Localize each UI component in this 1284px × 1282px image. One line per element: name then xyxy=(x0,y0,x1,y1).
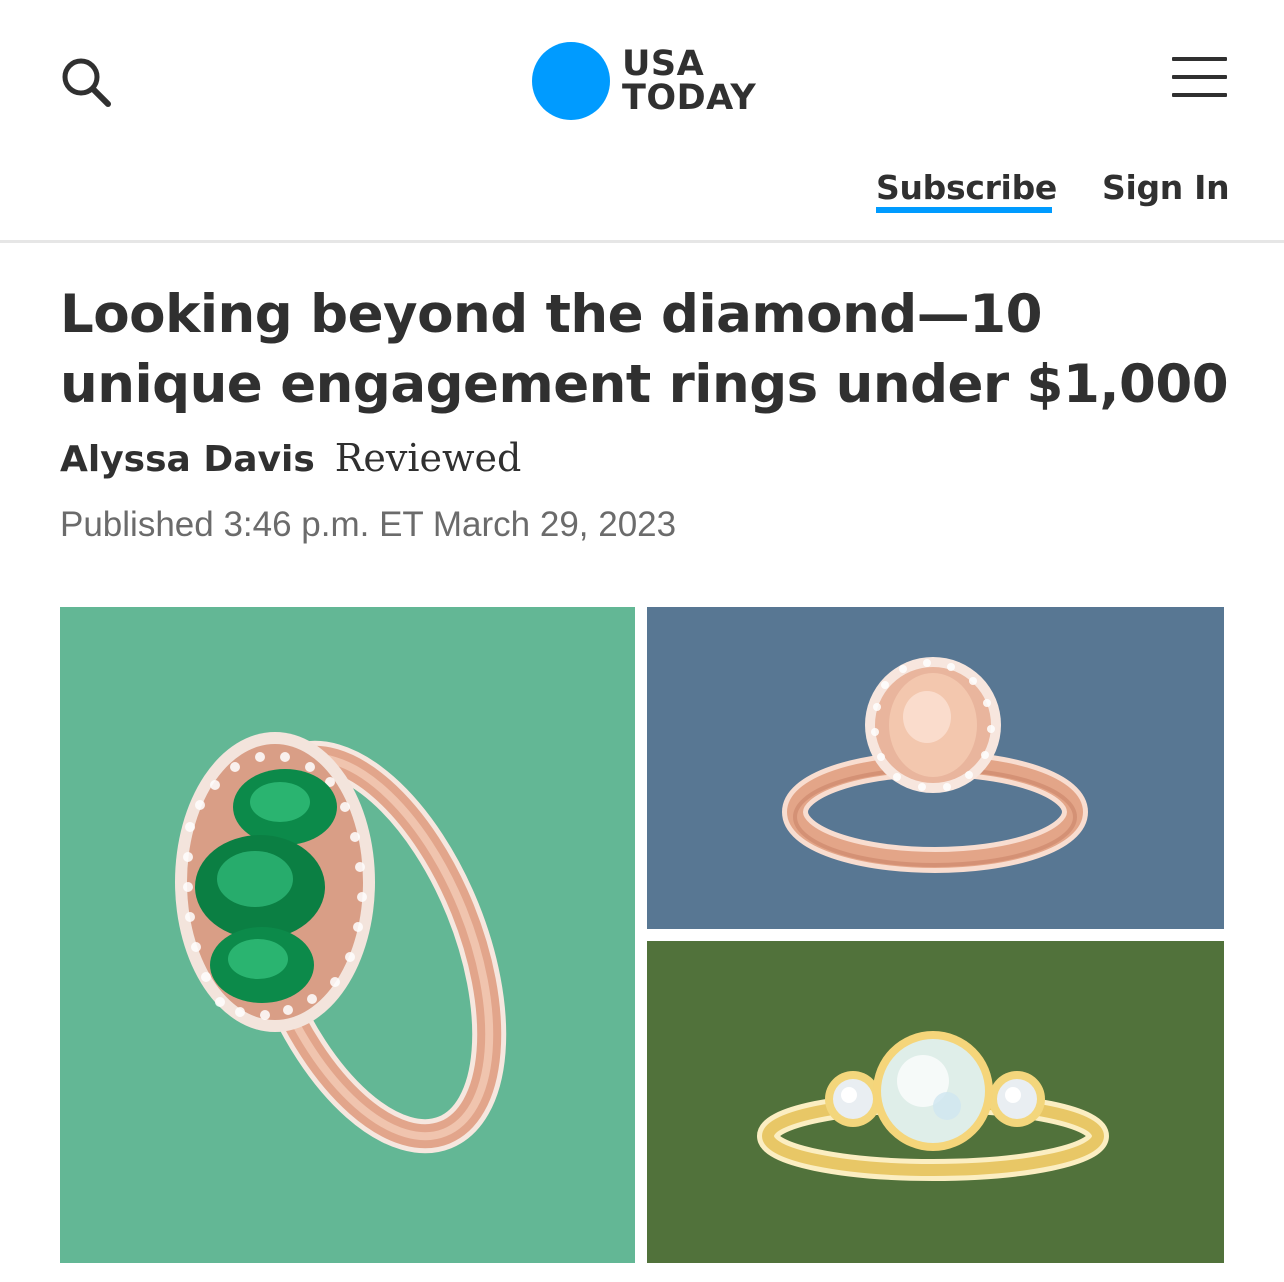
subscribe-link[interactable]: Subscribe xyxy=(876,168,1057,208)
search-button[interactable] xyxy=(56,52,116,112)
author-link[interactable]: Alyssa Davis xyxy=(60,439,315,480)
emerald-rose-gold-ring-image xyxy=(60,607,635,1263)
published-timestamp: Published 3:46 p.m. ET March 29, 2023 xyxy=(60,505,677,544)
hero-image-collage[interactable] xyxy=(60,607,1224,1263)
site-header: USA TODAY Subscribe Sign In xyxy=(0,0,1284,243)
logo-wordmark: USA TODAY xyxy=(622,44,757,118)
logo-line-today: TODAY xyxy=(622,78,757,118)
byline: Alyssa Davis Reviewed xyxy=(60,436,521,480)
menu-button[interactable] xyxy=(1170,55,1230,101)
usa-today-logo[interactable]: USA TODAY xyxy=(532,41,756,121)
brand-label: Reviewed xyxy=(334,436,522,480)
article-headline: Looking beyond the diamond—10 unique eng… xyxy=(60,284,1229,415)
sign-in-link[interactable]: Sign In xyxy=(1102,168,1230,208)
opal-gold-ring-image xyxy=(647,941,1224,1263)
search-icon xyxy=(62,58,111,107)
logo-line-usa: USA xyxy=(622,44,705,84)
subscribe-underline xyxy=(876,207,1052,213)
logo-dot xyxy=(532,42,610,120)
morganite-halo-ring-image xyxy=(647,607,1224,929)
